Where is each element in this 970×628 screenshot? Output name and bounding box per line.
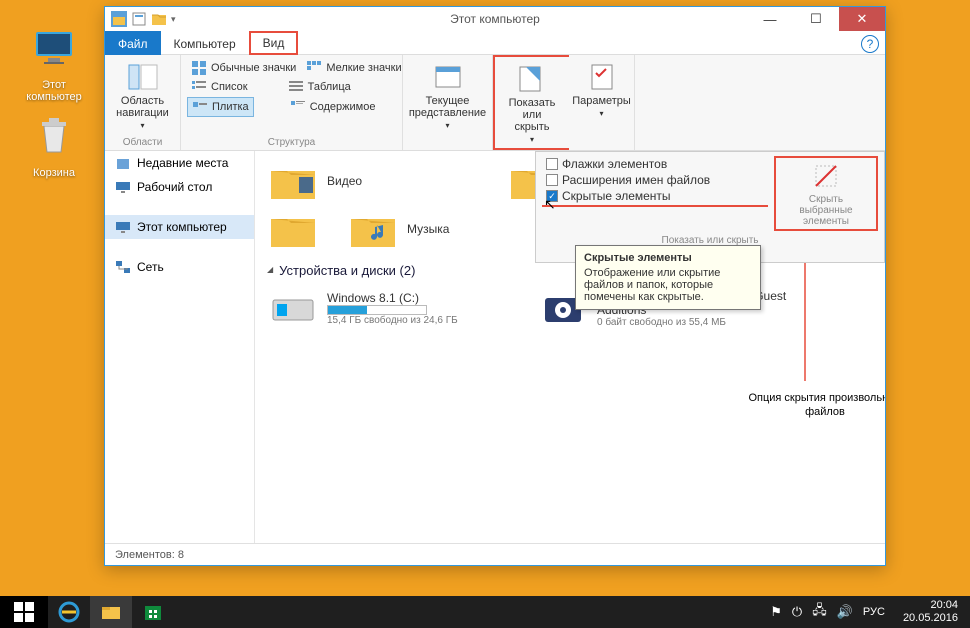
minimize-button[interactable]: — [747,7,793,31]
tab-computer[interactable]: Компьютер [161,31,249,55]
current-view-button[interactable]: Текущее представление ▾ [409,59,486,132]
qat-properties-icon[interactable] [131,11,147,27]
main-content: Флажки элементов Расширения имен файлов … [255,151,885,543]
chk-file-extensions[interactable]: Расширения имен файлов [542,172,768,188]
ribbon: Область навигации ▾ Области Обычные знач… [105,55,885,151]
layout-large-icons[interactable]: Обычные значки [187,59,300,77]
titlebar[interactable]: ▾ Этот компьютер — ☐ ✕ [105,7,885,31]
tray-power-icon[interactable]: ⏻ [792,604,802,620]
drive-c-usage [327,305,427,315]
close-button[interactable]: ✕ [839,7,885,31]
chk-item-checkboxes[interactable]: Флажки элементов [542,156,768,172]
nav-recent[interactable]: Недавние места [105,151,254,175]
options-button[interactable]: Параметры ▾ [575,59,628,120]
desktop-this-pc[interactable]: Этот компьютер [14,24,94,103]
layout-content[interactable]: Содержимое [286,97,380,117]
taskbar-explorer[interactable] [90,596,132,628]
cursor-icon: ↖ [544,196,556,213]
tab-view[interactable]: Вид [249,31,299,55]
help-button[interactable]: ? [861,35,879,53]
nav-network[interactable]: Сеть [105,255,254,279]
navigation-pane: Недавние места Рабочий стол Этот компьют… [105,151,255,543]
layout-details[interactable]: Таблица [284,78,355,96]
maximize-button[interactable]: ☐ [793,7,839,31]
tab-file[interactable]: Файл [105,31,161,55]
tray-flag-icon[interactable]: ⚑ [770,604,782,620]
layout-small-icons[interactable]: Мелкие значки [302,59,405,77]
folder-videos[interactable]: Видео [267,159,487,203]
show-hide-button[interactable]: Показать или скрыть ▾ [501,61,563,146]
start-button[interactable] [0,596,48,628]
taskbar-store[interactable] [132,596,174,628]
tray-network-icon[interactable]: 🖧 [812,601,827,623]
ribbon-tabs: Файл Компьютер Вид ? [105,31,885,55]
qat-newfolder-icon[interactable] [151,11,167,27]
nav-desktop[interactable]: Рабочий стол [105,175,254,199]
layout-tiles[interactable]: Плитка [187,97,254,117]
desktop-recycle-bin[interactable]: Корзина [14,112,94,179]
annotation-text: Опция скрытия произвольных файлов [735,391,885,420]
tray-clock[interactable]: 20:04 20.05.2016 [895,597,966,627]
qat-dropdown-icon[interactable]: ▾ [171,14,176,25]
layout-list[interactable]: Список [187,78,252,96]
tray-volume-icon[interactable]: 🔊 [837,604,853,620]
chk-hidden-items[interactable]: ✓Скрытые элементы [542,188,768,207]
folder-stub-2[interactable] [267,207,327,251]
navigation-pane-button[interactable]: Область навигации ▾ [111,59,174,132]
folder-music[interactable]: Музыка [347,207,567,251]
taskbar-ie[interactable] [48,596,90,628]
tooltip-hidden-items: Скрытые элементы Отображение или скрытие… [575,245,761,310]
nav-this-pc[interactable]: Этот компьютер [105,215,254,239]
app-icon [111,11,127,27]
drives-header[interactable]: Устройства и диски (2) [267,263,873,278]
drive-c[interactable]: Windows 8.1 (C:) 15,4 ГБ свободно из 24,… [267,286,517,330]
explorer-window: ▾ Этот компьютер — ☐ ✕ Файл Компьютер Ви… [104,6,886,566]
tray-lang[interactable]: РУС [863,606,885,618]
taskbar[interactable]: ⚑ ⏻ 🖧 🔊 РУС 20:04 20.05.2016 [0,596,970,628]
status-bar: Элементов: 8 [105,543,885,565]
hide-selected-button[interactable]: Скрыть выбранные элементы [776,158,876,229]
